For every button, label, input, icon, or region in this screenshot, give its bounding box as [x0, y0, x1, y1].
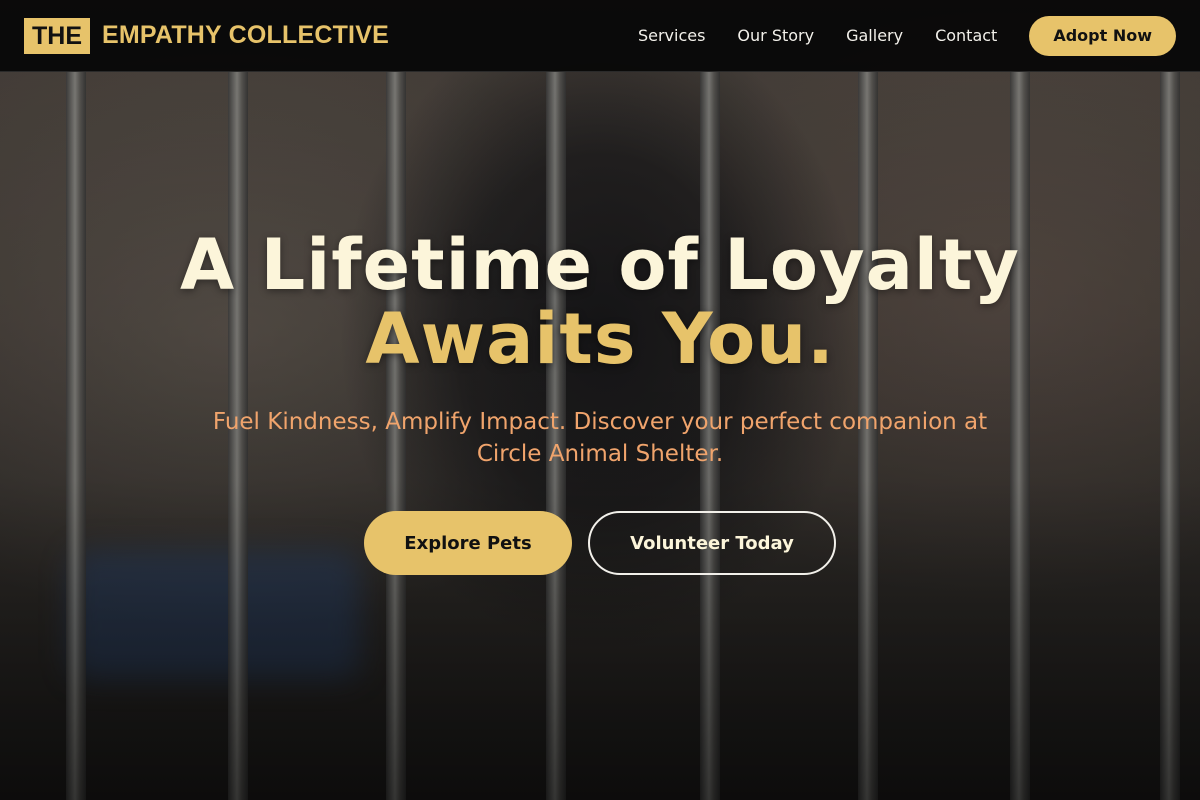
- logo-name: EMPATHY COLLECTIVE: [102, 21, 389, 49]
- hero-button-row: Explore Pets Volunteer Today: [0, 511, 1200, 575]
- logo-mark: THE: [24, 17, 90, 54]
- explore-pets-button[interactable]: Explore Pets: [364, 511, 572, 575]
- nav-link-our-story[interactable]: Our Story: [737, 26, 814, 45]
- nav-link-services[interactable]: Services: [638, 26, 705, 45]
- navbar: THE EMPATHY COLLECTIVE Services Our Stor…: [0, 0, 1200, 72]
- hero-headline-accent: Awaits You.: [365, 298, 835, 380]
- hero-headline-line1: A Lifetime of Loyalty: [180, 224, 1020, 306]
- hero-subtext: Fuel Kindness, Amplify Impact. Discover …: [212, 409, 988, 467]
- hero-headline: A Lifetime of Loyalty Awaits You.: [0, 228, 1200, 376]
- brand-logo[interactable]: THE EMPATHY COLLECTIVE: [24, 17, 389, 54]
- nav-link-gallery[interactable]: Gallery: [846, 26, 903, 45]
- nav-link-contact[interactable]: Contact: [935, 26, 997, 45]
- main-nav: Services Our Story Gallery Contact Adopt…: [638, 15, 1176, 56]
- volunteer-today-button[interactable]: Volunteer Today: [588, 511, 836, 575]
- adopt-now-button[interactable]: Adopt Now: [1029, 15, 1176, 56]
- hero-content: A Lifetime of Loyalty Awaits You. Fuel K…: [0, 228, 1200, 575]
